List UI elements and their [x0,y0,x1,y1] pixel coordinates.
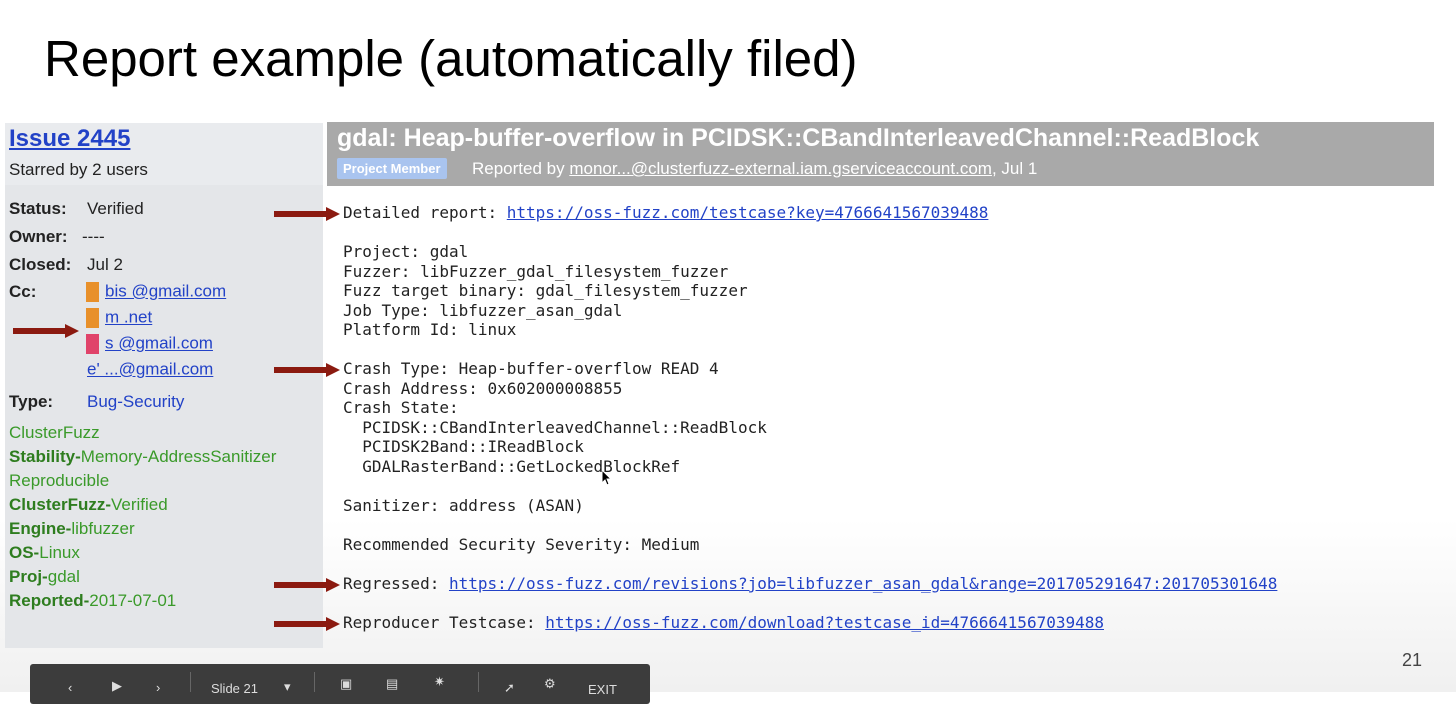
regressed-line: Regressed: https://oss-fuzz.com/revision… [343,574,1278,593]
cc-color-marker [86,281,99,302]
label-engine[interactable]: Engine-libfuzzer [9,519,135,539]
severity-line: Recommended Security Severity: Medium [343,535,700,554]
reported-by-line: Reported by monor...@clusterfuzz-externa… [472,159,1038,178]
arrow-right-icon [13,324,79,338]
toolbar-divider [314,672,315,692]
comment-icon[interactable]: ▣ [340,676,352,692]
owner-value: ---- [82,227,105,246]
reproducer-line: Reproducer Testcase: https://oss-fuzz.co… [343,613,1104,632]
platform-line: Platform Id: linux [343,320,517,339]
arrow-right-icon [274,207,340,221]
label-os[interactable]: OS-Linux [9,543,80,563]
detailed-report-line: Detailed report: https://oss-fuzz.com/te… [343,203,989,222]
crash-type-line: Crash Type: Heap-buffer-overflow READ 4 [343,359,719,378]
toolbar-divider [190,672,191,692]
slide-number: 21 [1402,650,1423,670]
reporter-link[interactable]: monor...@clusterfuzz-external.iam.gservi… [569,159,992,178]
status-value: Verified [87,199,144,218]
regressed-link[interactable]: https://oss-fuzz.com/revisions?job=libfu… [449,574,1277,593]
report-title: gdal: Heap-buffer-overflow in PCIDSK::CB… [337,124,1260,152]
type-label: Type: [9,392,54,411]
status-label: Status: [9,199,67,218]
reproducer-link[interactable]: https://oss-fuzz.com/download?testcase_i… [545,613,1104,632]
issue-link[interactable]: Issue 2445 [9,125,130,153]
fuzzer-line: Fuzzer: libFuzzer_gdal_filesystem_fuzzer [343,262,729,281]
exit-button[interactable]: EXIT [588,682,617,697]
label-reported[interactable]: Reported-2017-07-01 [9,591,176,611]
toolbar-divider [478,672,479,692]
closed-label: Closed: [9,255,72,274]
sanitizer-line: Sanitizer: address (ASAN) [343,496,584,515]
stack-frame: GDALRasterBand::GetLockedBlockRef [343,457,681,476]
stack-frame: PCIDSK::CBandInterleavedChannel::ReadBlo… [343,418,767,437]
project-line: Project: gdal [343,242,469,261]
label-proj[interactable]: Proj-gdal [9,567,80,587]
label-clusterfuzz-verified[interactable]: ClusterFuzz-Verified [9,495,168,515]
label-clusterfuzz[interactable]: ClusterFuzz [9,423,100,443]
crash-state-line: Crash State: [343,398,459,417]
cc-entry[interactable]: s @gmail.com [86,333,213,355]
cc-entry[interactable]: m .net [86,307,152,329]
cc-color-marker [86,333,99,354]
cc-color-marker [86,307,99,328]
mouse-cursor-icon [601,468,613,491]
arrow-right-icon [274,363,340,377]
label-stability[interactable]: Stability-Memory-AddressSanitizer [9,447,276,467]
stack-frame: PCIDSK2Band::IReadBlock [343,437,584,456]
notes-icon[interactable]: ▤ [386,676,398,692]
slide-selector[interactable]: Slide 21 [211,681,258,696]
project-member-badge: Project Member [337,158,447,179]
next-arrow-icon[interactable]: › [156,680,160,695]
arrow-right-icon [274,617,340,631]
exit-fullscreen-icon[interactable]: ➚ [504,680,515,696]
job-type-line: Job Type: libfuzzer_asan_gdal [343,301,623,320]
arrow-right-icon [274,578,340,592]
crash-address-line: Crash Address: 0x602000008855 [343,379,623,398]
fuzz-target-line: Fuzz target binary: gdal_filesystem_fuzz… [343,281,748,300]
owner-label: Owner: [9,227,68,246]
slide-title: Report example (automatically filed) [44,30,858,87]
prev-arrow-icon[interactable]: ‹ [68,680,72,695]
closed-value: Jul 2 [87,255,123,274]
starred-count: Starred by 2 users [9,160,148,179]
cc-label: Cc: [9,282,37,301]
cc-entry[interactable]: bis @gmail.com [86,281,226,303]
label-reproducible[interactable]: Reproducible [9,471,109,491]
detailed-report-link[interactable]: https://oss-fuzz.com/testcase?key=476664… [507,203,989,222]
cc-entry[interactable]: e' ...@gmail.com [87,359,213,381]
chevron-down-icon[interactable]: ▾ [284,679,291,695]
laser-icon[interactable]: ✷ [434,674,445,690]
type-value[interactable]: Bug-Security [87,392,184,412]
gear-icon[interactable]: ⚙ [544,676,556,692]
